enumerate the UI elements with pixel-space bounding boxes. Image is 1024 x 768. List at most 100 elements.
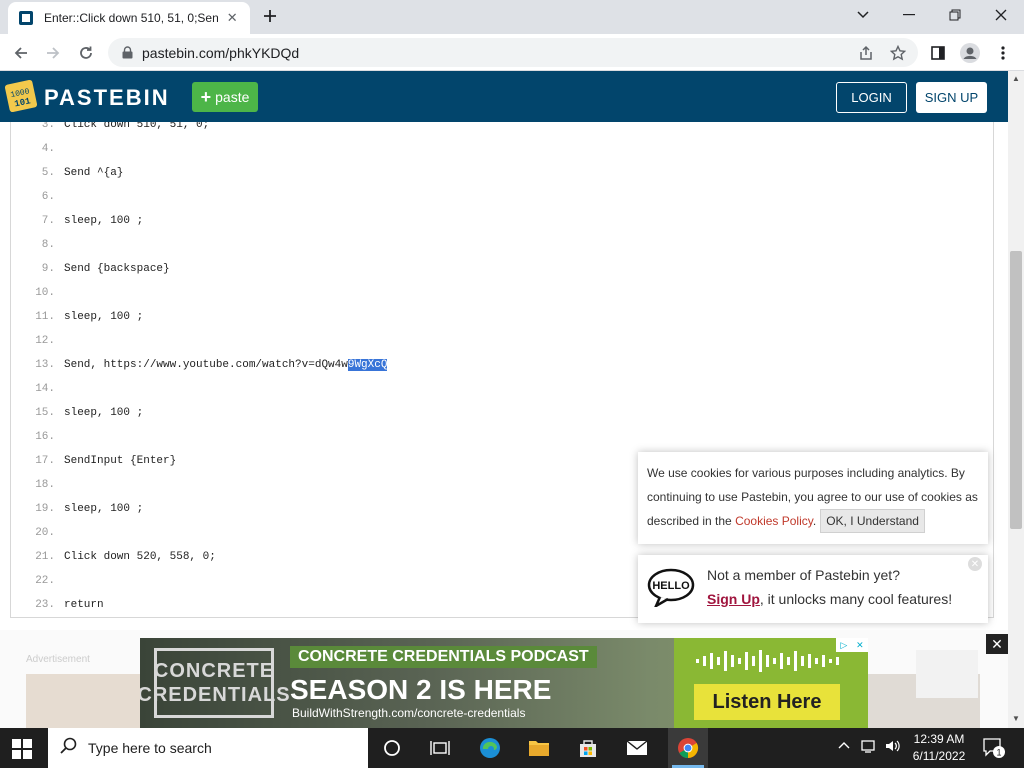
login-button[interactable]: LOGIN — [836, 82, 907, 113]
pastebin-brand[interactable]: PASTEBIN — [44, 85, 170, 111]
line-number: 7. — [41, 215, 55, 227]
code-line: 8. — [11, 233, 991, 257]
line-text: sleep, 100 ; — [64, 215, 144, 227]
signup-button[interactable]: SIGN UP — [916, 82, 987, 113]
code-line: 11. sleep, 100 ; — [11, 305, 991, 329]
line-number: 15. — [35, 407, 55, 419]
line-text: Click down 510, 51, 0; — [64, 122, 210, 131]
line-text: SendInput {Enter} — [64, 455, 177, 467]
line-text: sleep, 100 ; — [64, 503, 144, 515]
file-explorer-icon[interactable] — [524, 734, 554, 762]
line-number: 8. — [41, 239, 55, 251]
cortana-icon[interactable] — [377, 734, 407, 762]
concrete-credentials-logo: CONCRETE CREDENTIALS — [140, 648, 290, 718]
taskbar-search-box[interactable]: Type here to search — [48, 728, 368, 768]
code-line: 16. — [11, 425, 991, 449]
ad-close-button[interactable]: ✕ — [986, 634, 1008, 654]
line-text: Send ^{a} — [64, 167, 124, 179]
clock-time: 12:39 AM — [913, 732, 965, 746]
notification-center-icon[interactable]: 1 — [982, 737, 1006, 762]
chrome-icon[interactable] — [673, 734, 703, 762]
pastebin-logo-icon[interactable]: 1000 101 — [4, 79, 38, 113]
browser-tab[interactable]: Enter::Click down 510, 51, 0;Send ^{a} ✕ — [8, 2, 250, 34]
reload-icon[interactable] — [73, 40, 99, 66]
windows-start-icon[interactable] — [12, 739, 32, 759]
page-scrollbar[interactable]: ▲ ▼ — [1008, 71, 1024, 728]
scroll-up-arrow-icon[interactable]: ▲ — [1012, 75, 1020, 83]
scroll-down-arrow-icon[interactable]: ▼ — [1012, 715, 1020, 723]
new-tab-button[interactable] — [260, 6, 280, 26]
ad-background-image-left — [26, 674, 140, 728]
task-view-icon[interactable] — [425, 734, 455, 762]
line-content[interactable]: Click down 520, 558, 0; — [64, 545, 216, 569]
code-line: 5. Send ^{a} — [11, 161, 991, 185]
line-content[interactable]: Send, https://www.youtube.com/watch?v=dQ… — [64, 353, 388, 377]
member-promo-close-icon[interactable]: ✕ — [968, 557, 982, 571]
ad-logo-line1: CONCRETE — [153, 660, 275, 682]
line-number: 18. — [35, 479, 55, 491]
code-line: 14. — [11, 377, 991, 401]
selected-text[interactable]: 9WgXcQ — [347, 359, 388, 371]
bookmark-star-icon[interactable] — [885, 40, 911, 66]
member-promo-line2: Sign Up, it unlocks many cool features! — [707, 591, 952, 607]
volume-icon[interactable] — [884, 738, 902, 757]
network-icon[interactable] — [860, 738, 878, 757]
minimize-icon[interactable] — [886, 0, 932, 30]
line-number: 13. — [35, 359, 55, 371]
hello-speech-bubble-icon: HELLO — [646, 567, 696, 610]
tab-title: Enter::Click down 510, 51, 0;Send ^{a} — [44, 11, 219, 25]
browser-toolbar: pastebin.com/phkYKDQd — [0, 34, 1024, 71]
listen-here-button[interactable]: Listen Here — [694, 684, 840, 720]
cookie-accept-button[interactable]: OK, I Understand — [820, 509, 925, 533]
show-hidden-icons-chevron-icon[interactable] — [838, 738, 850, 752]
line-content[interactable]: SendInput {Enter} — [64, 449, 176, 473]
tab-close-icon[interactable]: ✕ — [224, 10, 240, 26]
new-paste-button[interactable]: + paste — [192, 82, 258, 112]
line-content[interactable]: Click down 510, 51, 0; — [64, 122, 209, 137]
cookie-consent-box: We use cookies for various purposes incl… — [638, 452, 988, 544]
code-line: 7. sleep, 100 ; — [11, 209, 991, 233]
line-text: Click down 520, 558, 0; — [64, 551, 216, 563]
line-number: 3. — [41, 122, 55, 131]
url-text[interactable]: pastebin.com/phkYKDQd — [142, 45, 299, 61]
line-content[interactable]: Send {backspace} — [64, 257, 170, 281]
line-text: sleep, 100 ; — [64, 407, 144, 419]
forward-arrow-icon[interactable] — [40, 40, 66, 66]
search-icon — [60, 737, 78, 760]
system-clock[interactable]: 12:39 AM 6/11/2022 — [906, 731, 972, 765]
side-panel-icon[interactable] — [925, 40, 951, 66]
line-content[interactable]: sleep, 100 ; — [64, 401, 143, 425]
mail-icon[interactable] — [622, 734, 652, 762]
browser-tab-strip: Enter::Click down 510, 51, 0;Send ^{a} ✕ — [0, 0, 1024, 34]
share-icon[interactable] — [853, 40, 879, 66]
line-text: return — [64, 599, 104, 611]
line-content[interactable]: return — [64, 593, 104, 617]
line-number: 22. — [35, 575, 55, 587]
tab-search-chevron-down-icon[interactable] — [840, 0, 886, 30]
kebab-menu-icon[interactable] — [990, 40, 1016, 66]
profile-avatar-icon[interactable] — [957, 40, 983, 66]
ad-banner[interactable]: CONCRETE CREDENTIALS CONCRETE CREDENTIAL… — [140, 638, 868, 728]
line-content[interactable]: Send ^{a} — [64, 161, 123, 185]
lock-icon[interactable] — [120, 46, 134, 60]
line-content[interactable]: sleep, 100 ; — [64, 209, 143, 233]
line-content[interactable]: sleep, 100 ; — [64, 497, 143, 521]
edge-browser-icon[interactable] — [475, 734, 505, 762]
line-number: 17. — [35, 455, 55, 467]
line-number: 12. — [35, 335, 55, 347]
line-number: 14. — [35, 383, 55, 395]
cookies-policy-link[interactable]: Cookies Policy — [735, 514, 813, 528]
window-close-icon[interactable] — [978, 0, 1024, 30]
back-arrow-icon[interactable] — [8, 40, 34, 66]
member-signup-link[interactable]: Sign Up — [707, 591, 760, 607]
line-number: 9. — [41, 263, 55, 275]
ad-logo-line2: CREDENTIALS — [140, 684, 291, 706]
line-content[interactable]: sleep, 100 ; — [64, 305, 143, 329]
code-line: 6. — [11, 185, 991, 209]
scrollbar-thumb[interactable] — [1010, 251, 1022, 529]
restore-icon[interactable] — [932, 0, 978, 30]
adchoices-icon[interactable]: ▷ ✕ — [836, 638, 868, 652]
clock-date: 6/11/2022 — [912, 749, 966, 763]
microsoft-store-icon[interactable] — [573, 734, 603, 762]
address-bar[interactable]: pastebin.com/phkYKDQd — [108, 38, 918, 67]
